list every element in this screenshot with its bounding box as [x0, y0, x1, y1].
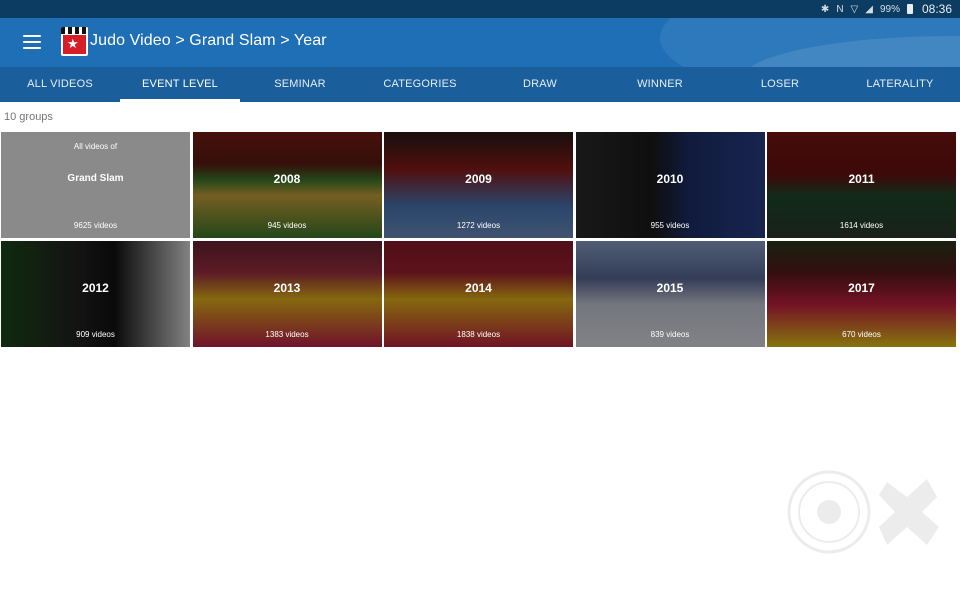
status-bar: ✱ N ▽ ◢ 99% 08:36: [0, 0, 960, 18]
tile-video-count: 945 videos: [267, 221, 307, 230]
tile-video-count: 909 videos: [76, 330, 115, 339]
tile-year: 2008: [273, 172, 301, 186]
year-tile-2015[interactable]: 2015 839 videos: [575, 241, 765, 347]
tab-event-level[interactable]: EVENT LEVEL: [120, 67, 240, 102]
year-tile-2009[interactable]: 2009 1272 videos: [384, 132, 573, 238]
wifi-icon: ▽: [850, 3, 859, 15]
tile-name: Grand Slam: [67, 173, 124, 184]
year-tile-2011[interactable]: 2011 1614 videos: [767, 132, 956, 238]
tile-year: 2014: [465, 281, 492, 295]
tile-year: 2010: [656, 172, 684, 186]
tab-winner[interactable]: WINNER: [600, 67, 720, 102]
tab-categories[interactable]: CATEGORIES: [360, 67, 480, 102]
year-tile-2012[interactable]: 2012 909 videos: [1, 241, 190, 347]
tile-subtitle: All videos of: [73, 142, 118, 151]
tile-video-count: 839 videos: [650, 330, 690, 339]
nfc-icon: N: [836, 3, 844, 15]
year-tile-2010[interactable]: 2010 955 videos: [575, 132, 765, 238]
tab-all-videos[interactable]: ALL VIDEOS: [0, 67, 120, 102]
all-videos-tile[interactable]: All videos of Grand Slam 9625 videos: [1, 132, 190, 238]
tile-video-count: 1838 videos: [456, 330, 501, 339]
tab-draw[interactable]: DRAW: [480, 67, 600, 102]
tile-year: 2012: [82, 281, 109, 295]
tile-video-count: 1383 videos: [265, 330, 309, 339]
tab-seminar[interactable]: SEMINAR: [240, 67, 360, 102]
tab-bar: ALL VIDEOS EVENT LEVEL SEMINAR CATEGORIES DR…: [0, 67, 960, 102]
tile-year: 2015: [656, 281, 684, 295]
year-tile-2014[interactable]: 2014 1838 videos: [384, 241, 573, 347]
hamburger-menu-icon[interactable]: [23, 35, 41, 49]
tile-year: 2013: [273, 281, 301, 295]
watermark-logo: [787, 470, 939, 554]
status-time: 08:36: [921, 2, 952, 16]
star-icon: ★: [67, 36, 79, 51]
tile-year: 2011: [848, 172, 875, 186]
app-bar: ★ Judo Video > Grand Slam > Year: [0, 18, 960, 67]
tile-video-count: 670 videos: [842, 330, 881, 339]
signal-icon: ◢: [865, 3, 873, 15]
year-tile-2017[interactable]: 2017 670 videos: [767, 241, 956, 347]
tile-video-count: 1614 videos: [839, 221, 884, 230]
battery-icon: [906, 4, 913, 14]
bluetooth-icon: ✱: [820, 3, 830, 15]
tab-laterality[interactable]: LATERALITY: [840, 67, 960, 102]
tile-video-count: 1272 videos: [456, 221, 501, 230]
tile-video-count: 9625 videos: [73, 221, 118, 230]
app-title: Judo Video > Grand Slam > Year: [90, 32, 327, 49]
app-logo: ★: [61, 27, 88, 56]
tile-video-count: 955 videos: [650, 221, 690, 230]
battery-percent: 99%: [879, 3, 900, 15]
tile-year: 2017: [848, 281, 875, 295]
year-tile-2008[interactable]: 2008 945 videos: [192, 132, 382, 238]
year-tile-2013[interactable]: 2013 1383 videos: [192, 241, 382, 347]
group-count: 10 groups: [4, 111, 53, 123]
tab-loser[interactable]: LOSER: [720, 67, 840, 102]
tile-year: 2009: [465, 172, 492, 186]
